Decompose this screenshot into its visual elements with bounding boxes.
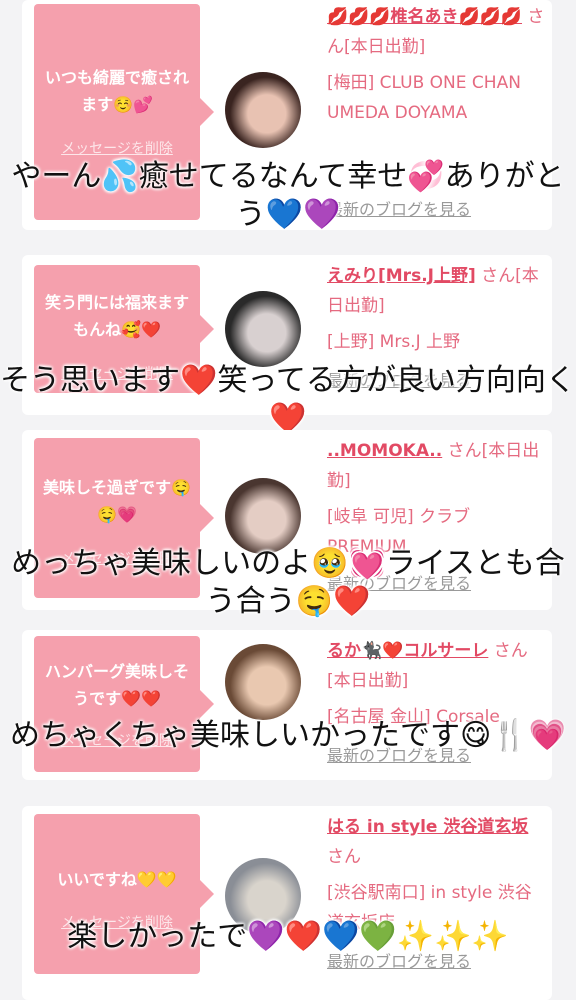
message-card: いいですね💛💛 メッセージを削除 はる in style 渋谷道玄坂 さん [渋谷駅南… xyxy=(22,806,552,1000)
avatar[interactable] xyxy=(225,72,301,148)
overlay-caption: めっちゃ美味しいのよ🥹💓ライスとも合う合う🤤❤️ xyxy=(11,546,565,619)
avatar[interactable] xyxy=(225,644,301,720)
overlay-caption: めちゃくちゃ美味しいかったです😋🍴💗 xyxy=(10,718,566,753)
sender-name-link[interactable]: ..MOMOKA.. xyxy=(327,441,442,461)
avatar[interactable] xyxy=(225,291,301,367)
sender-name-link[interactable]: るか🐈‍⬛❤️コルサーレ xyxy=(327,641,488,661)
sender-name-link[interactable]: 💋💋💋椎名あき💋💋💋 xyxy=(327,7,522,27)
work-status: さん xyxy=(327,847,361,867)
overlay-caption: やーん💦癒せてるなんて幸せ💞ありがとう💙💜 xyxy=(11,159,565,232)
message-text: 笑う門には福来ますもんね🥰❤️ xyxy=(44,293,189,339)
sender-info: ..MOMOKA.. さん[本日出勤] [岐阜 可児] クラブ PREMIUM xyxy=(327,436,545,562)
shop-name: [梅田] CLUB ONE CHAN UMEDA DOYAMA xyxy=(327,73,521,123)
message-text: ハンバーグ美味しそうです❤️❤️ xyxy=(44,662,189,708)
message-text: いいですね💛💛 xyxy=(57,870,177,889)
message-text: 美味しそ過ぎです🤤🤤💗 xyxy=(43,478,191,524)
sender-info: えみり[Mrs.J上野] さん[本日出勤] [上野] Mrs.J 上野 xyxy=(327,261,545,357)
overlay-caption: そう思います❤️笑ってる方が良い方向向く❤️ xyxy=(0,363,576,436)
overlay-caption: 楽しかったで💜❤️💙💚✨✨✨ xyxy=(67,919,509,954)
message-card: ハンバーグ美味しそうです❤️❤️ メッセージを削除 るか🐈‍⬛❤️コルサーレ さん[… xyxy=(22,630,552,780)
sender-name-link[interactable]: はる in style 渋谷道玄坂 xyxy=(327,817,528,837)
shop-name: [上野] Mrs.J 上野 xyxy=(327,332,461,352)
sender-name-link[interactable]: えみり[Mrs.J上野] xyxy=(327,266,476,286)
message-text: いつも綺麗で癒されます☺️💕 xyxy=(44,68,189,114)
avatar[interactable] xyxy=(225,478,301,554)
sender-info: 💋💋💋椎名あき💋💋💋 さん[本日出勤] [梅田] CLUB ONE CHAN UM… xyxy=(327,2,545,128)
